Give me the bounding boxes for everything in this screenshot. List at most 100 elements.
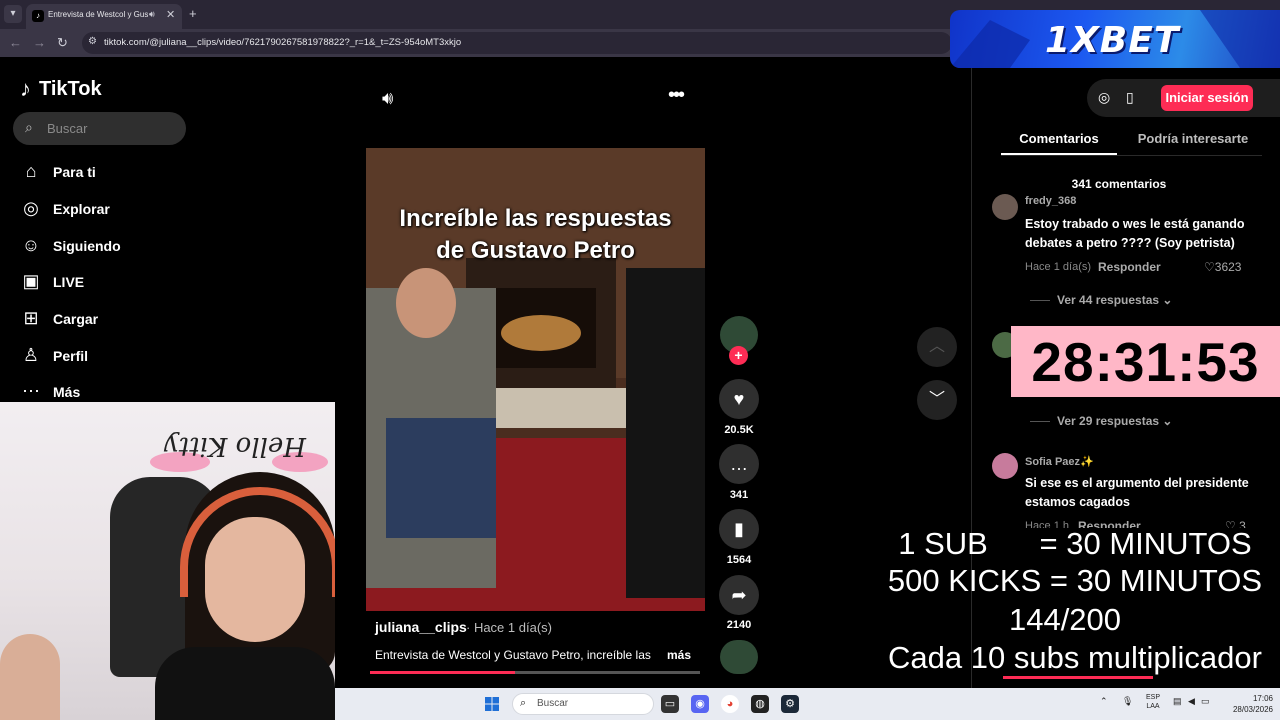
back-icon[interactable]: ← [9, 35, 22, 50]
follow-button[interactable]: + [729, 346, 748, 365]
search-placeholder: Buscar [47, 121, 88, 136]
share-button[interactable]: ➦ [719, 575, 759, 615]
overlay-caption-line: de Gustavo Petro [436, 237, 635, 264]
url-text[interactable]: tiktok.com/@juliana__clips/video/7621790… [104, 37, 461, 48]
reload-icon[interactable]: ↻ [57, 35, 68, 51]
site-info-icon[interactable]: ⚙ [88, 36, 97, 47]
bookmark-icon: ▮ [734, 519, 744, 539]
address-bar[interactable]: ⚙ tiktok.com/@juliana__clips/video/76217… [82, 32, 952, 54]
language-indicator[interactable]: ESP LAA [1143, 693, 1163, 711]
streamer-body [155, 647, 335, 720]
tab-comments[interactable]: Comentarios [1001, 131, 1117, 146]
commenter-avatar[interactable] [992, 453, 1018, 479]
chrome-icon[interactable]: ◕ [721, 695, 739, 713]
discord-icon[interactable]: ◉ [691, 695, 709, 713]
video-progress-bar[interactable] [370, 671, 700, 674]
sponsor-banner: 1XBET [950, 10, 1280, 68]
login-button[interactable]: Iniciar sesión [1161, 85, 1253, 111]
volume-tray-icon[interactable]: ◀ [1188, 696, 1195, 707]
comment-button[interactable]: … [719, 444, 759, 484]
task-view-icon[interactable]: ▭ [661, 695, 679, 713]
comment-text: Estoy trabado o wes le está ganando deba… [1025, 217, 1245, 250]
tab-search-menu-button[interactable]: ▾ [4, 5, 22, 23]
browser-tab[interactable]: ♪ Entrevista de Westcol y Gustavo 🔊︎ ✕ [26, 4, 182, 29]
sidebar-item-siguiendo[interactable]: ☺ Siguiendo [20, 235, 200, 263]
svg-text:Hello Kitty: Hello Kitty [164, 431, 307, 461]
forward-icon[interactable]: → [33, 35, 46, 50]
taskbar-search[interactable]: ⌕ Buscar [512, 693, 654, 715]
video-author[interactable]: juliana__clips [375, 619, 467, 635]
sidebar-item-label: Perfil [53, 348, 89, 364]
like-button[interactable]: ♥ [719, 379, 759, 419]
live-icon: ▣ [22, 271, 40, 291]
tray-overflow-icon[interactable]: ⌃ [1100, 696, 1108, 707]
commenter-avatar[interactable] [992, 194, 1018, 220]
battery-icon[interactable]: ▭ [1201, 696, 1210, 707]
video-progress-fill [370, 671, 516, 674]
reply-button[interactable]: Responder [1098, 260, 1161, 274]
explore-icon[interactable]: ◎ [1098, 89, 1110, 106]
streamer-arm [0, 634, 60, 720]
language-code: ESP [1145, 694, 1160, 701]
comment-count-rail: 341 [729, 489, 749, 501]
next-video-button[interactable]: ﹀ [917, 380, 957, 420]
tab-related[interactable]: Podría interesarte [1133, 131, 1253, 146]
sidebar-item-label: Siguiendo [53, 238, 121, 254]
comment-count: 341 comentarios [1071, 177, 1167, 191]
description-more-button[interactable]: más [667, 648, 691, 662]
music-disc-avatar[interactable] [720, 640, 758, 674]
comment-text: Si ese es el argumento del presidente es… [1025, 476, 1249, 509]
sidebar-item-explorar[interactable]: ◎ Explorar [20, 198, 200, 226]
upload-icon: ⊞ [23, 308, 39, 328]
tiktok-icon: ♪ [32, 10, 44, 22]
overlay-caption-line: Increíble las respuestas [399, 205, 672, 232]
view-replies-button[interactable]: Ver 44 respuestas ⌄ [1057, 293, 1172, 307]
comment-like-button[interactable]: ♡3623 [1204, 260, 1241, 274]
overlay-rule-kicks: 500 KICKS = 30 MINUTOS [887, 563, 1263, 598]
clock-date[interactable]: 28/03/2026 [1213, 705, 1273, 714]
active-tab-indicator [1001, 153, 1117, 155]
comment-like-count: 3623 [1214, 260, 1242, 274]
comment-username[interactable]: Sofia Paez✨ [1025, 455, 1094, 468]
steam-icon[interactable]: ⚙ [781, 695, 799, 713]
heart-outline-icon: ♡ [1204, 260, 1215, 274]
top-right-actions: ◎ ▯ Iniciar sesión [1087, 79, 1280, 117]
video-player[interactable]: Increíble las respuestas de Gustavo Petr… [366, 148, 705, 611]
sidebar-item-live[interactable]: ▣ LIVE [20, 271, 200, 299]
more-icon: ⋯ [22, 381, 40, 401]
tiktok-logo-icon[interactable]: ♪ [20, 76, 31, 102]
network-icon[interactable]: ▤ [1173, 696, 1182, 707]
heart-icon: ♥ [733, 389, 745, 409]
phone-icon[interactable]: ▯ [1126, 89, 1134, 106]
audio-playing-icon[interactable]: 🔊︎ [149, 9, 155, 20]
previous-video-button[interactable]: ︿ [917, 327, 957, 367]
timer-text: 28:31:53 [1031, 331, 1260, 393]
obs-icon[interactable]: ◍ [751, 695, 769, 713]
save-button[interactable]: ▮ [719, 509, 759, 549]
view-replies-button[interactable]: Ver 29 respuestas ⌄ [1057, 414, 1172, 428]
video-description: Entrevista de Westcol y Gustavo Petro, i… [375, 648, 651, 662]
keyboard-layout: LAA [1146, 703, 1160, 710]
volume-icon[interactable]: 🔊︎ [382, 88, 393, 109]
view-replies-label: Ver 29 respuestas [1057, 414, 1160, 428]
sidebar-item-para-ti[interactable]: ⌂ Para ti [20, 161, 200, 189]
tab-title: Entrevista de Westcol y Gustavo [48, 10, 148, 19]
sidebar-item-perfil[interactable]: ♙ Perfil [20, 345, 200, 373]
more-options-icon[interactable]: ••• [668, 84, 685, 107]
tiktok-logo[interactable]: TikTok [39, 78, 102, 101]
clock-time[interactable]: 17:06 [1213, 694, 1273, 703]
windows-start-icon[interactable] [485, 697, 499, 711]
streamer-webcam: Hello Kitty [0, 402, 335, 720]
close-tab-icon[interactable]: ✕ [166, 8, 175, 21]
comment-username[interactable]: fredy_368 [1025, 195, 1076, 207]
overlay-multiplier-rule: Cada 10 subs multiplicador [888, 640, 1262, 675]
share-icon: ➦ [731, 585, 747, 605]
taskbar-search-placeholder: Buscar [537, 698, 569, 709]
new-tab-button[interactable]: + [189, 6, 197, 21]
sidebar-item-cargar[interactable]: ⊞ Cargar [20, 308, 200, 336]
search-icon: ⌕ [520, 697, 527, 709]
microphone-icon[interactable]: 🎙︎ [1122, 696, 1133, 707]
compass-icon: ◎ [23, 198, 39, 218]
search-input[interactable]: ⌕ Buscar [13, 112, 186, 145]
overlay-goal-progress: 144/200 [1008, 602, 1122, 637]
